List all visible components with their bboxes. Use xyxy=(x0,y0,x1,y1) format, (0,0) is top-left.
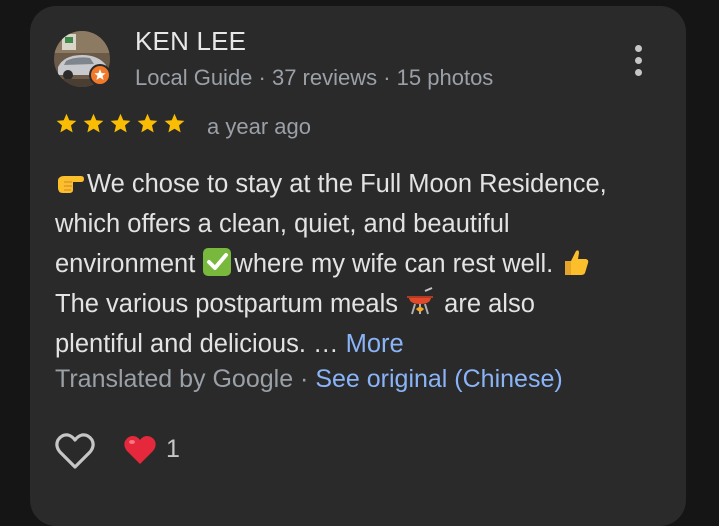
more-vert-icon[interactable] xyxy=(627,42,651,78)
review-line: We chose to stay at the Full Moon Reside… xyxy=(55,164,685,204)
review-text: We chose to stay at the Full Moon Reside… xyxy=(55,164,685,364)
star-rating xyxy=(55,112,186,140)
star-icon xyxy=(164,113,185,133)
review-line: The various postpartum meals are also xyxy=(55,284,685,324)
review-date: a year ago xyxy=(207,114,311,139)
translation-note: Translated by Google · See original (Chi… xyxy=(55,365,563,394)
review-line: which offers a clean, quiet, and beautif… xyxy=(55,210,510,238)
thumbs-up-emoji xyxy=(565,250,589,275)
star-icon xyxy=(83,113,104,133)
more-link[interactable]: More xyxy=(346,330,404,358)
local-guide-badge xyxy=(89,64,111,86)
star-icon xyxy=(56,113,77,133)
check-mark-button-emoji xyxy=(203,248,232,276)
like-count: 1 xyxy=(166,435,180,463)
reviewer-meta: Local Guide · 37 reviews · 15 photos xyxy=(135,65,494,90)
reviewer-name[interactable]: KEN LEE xyxy=(135,26,246,57)
star-icon xyxy=(110,113,131,133)
star-icon xyxy=(137,113,158,133)
heart-outline-icon[interactable] xyxy=(54,431,96,471)
backhand-index-pointing-right-emoji xyxy=(58,176,84,193)
fondue-pot-emoji xyxy=(407,287,434,315)
review-line: environment where my wife can rest well. xyxy=(55,244,685,284)
translated-by-label: Translated by Google · xyxy=(55,365,316,393)
review-line: plentiful and delicious. … More xyxy=(55,330,404,358)
reviewer-avatar[interactable] xyxy=(54,31,111,87)
red-heart-emoji[interactable] xyxy=(123,434,157,466)
see-original-link[interactable]: See original (Chinese) xyxy=(315,365,562,393)
